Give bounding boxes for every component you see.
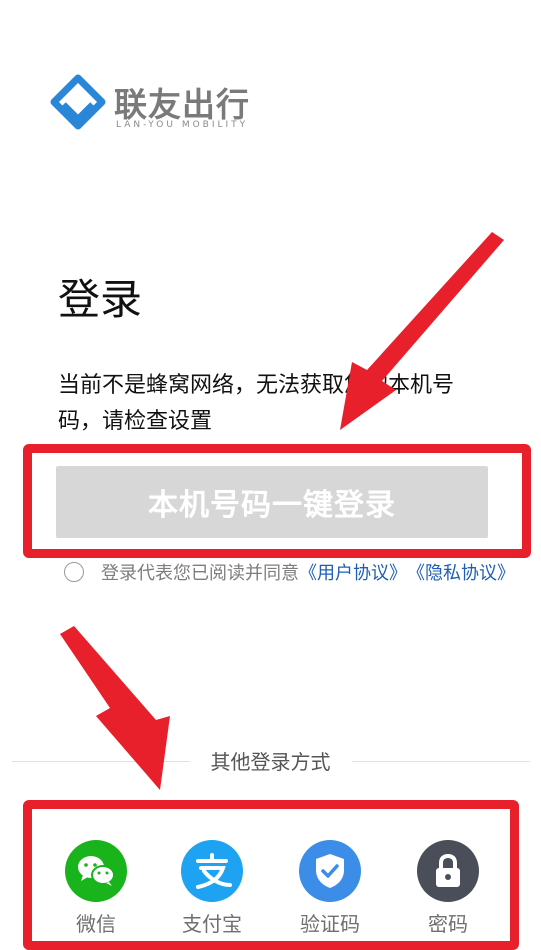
brand-subtitle: LAN-YOU MOBILITY	[116, 120, 249, 130]
agreement-checkbox[interactable]	[64, 562, 84, 582]
other-login-title: 其他登录方式	[206, 750, 335, 774]
network-notice: 当前不是蜂窝网络，无法获取您的本机号码，请检查设置	[58, 373, 455, 434]
brand-logo-icon	[50, 74, 106, 130]
user-agreement-link[interactable]: 《用户协议》	[299, 559, 407, 585]
brand-logo: 联友出行 LAN-YOU MOBILITY	[50, 74, 290, 134]
page-title: 登录	[58, 275, 143, 324]
highlight-box-other-methods	[23, 800, 519, 950]
privacy-agreement-link[interactable]: 《隐私协议》	[407, 559, 515, 585]
brand-name: 联友出行	[114, 85, 250, 124]
agreement-text: 登录代表您已阅读并同意	[101, 563, 299, 584]
other-login-divider: 其他登录方式	[0, 746, 541, 778]
highlight-box-onekey	[23, 444, 531, 558]
agreement-row: 登录代表您已阅读并同意 《用户协议》 《隐私协议》	[64, 558, 515, 586]
